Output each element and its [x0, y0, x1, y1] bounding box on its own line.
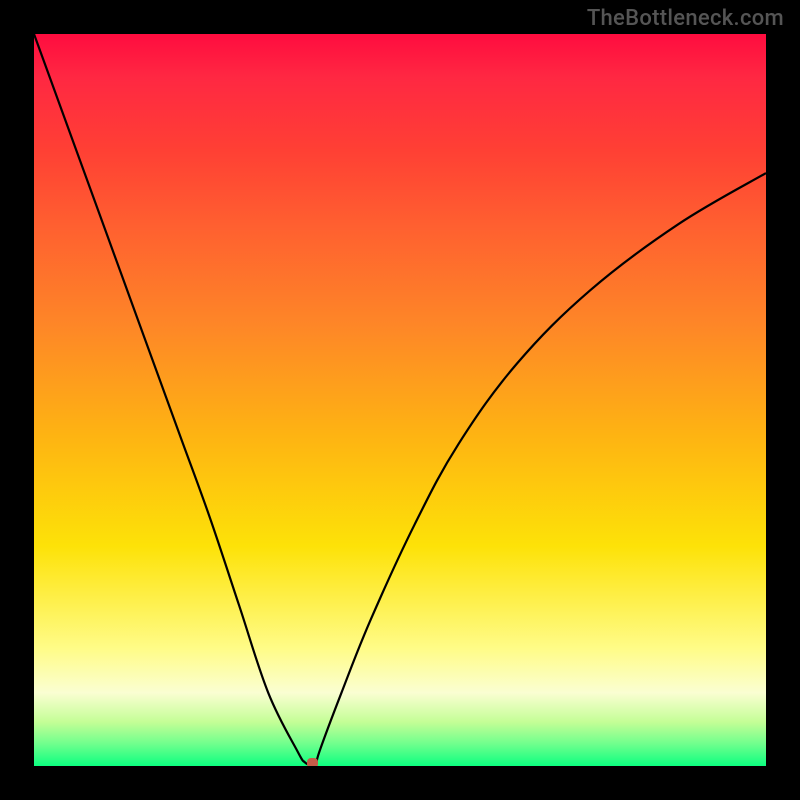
chart-wrapper: TheBottleneck.com [0, 0, 800, 800]
plot-area [34, 34, 766, 766]
watermark-label: TheBottleneck.com [587, 6, 784, 31]
minimum-marker [307, 758, 318, 766]
bottleneck-curve [34, 34, 766, 766]
